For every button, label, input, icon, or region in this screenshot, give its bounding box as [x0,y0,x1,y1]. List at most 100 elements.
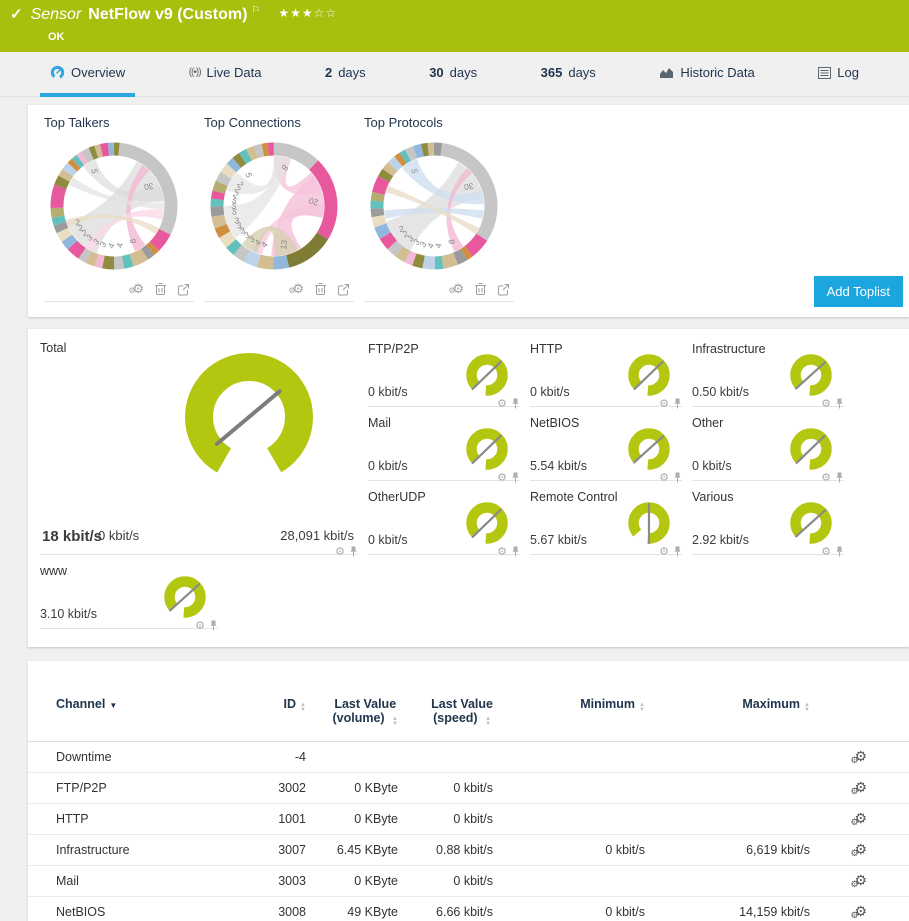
settings-gear-icon[interactable]: ⚙ [821,399,831,409]
column-header[interactable]: Last Value(volume) ▲▼ [306,697,398,741]
flag-icon[interactable]: ⚐ [251,5,260,16]
settings-gear-icon[interactable]: ⚙ [497,399,507,409]
toplist-chord-chart[interactable]: 8201344333335552225 [204,136,344,276]
cell: NetBIOS [56,905,241,919]
prtg-sensor-page: ✓ Sensor NetFlow v9 (Custom) ⚐ ★★★☆☆ OK … [0,0,909,921]
channel-gauge-chart [780,350,842,402]
gauge-tools: ⚙ [821,546,844,557]
toplist-settings-icon[interactable]: ⚙⚙ [292,283,304,295]
live-data-icon: ((•)) [189,67,201,78]
gauge-tools: ⚙ [659,546,682,557]
tab-log[interactable]: Log [808,52,869,97]
tab-label: days [568,65,595,80]
tab-number: 365 [541,65,563,80]
channel-settings-icon[interactable]: ⚙⚙ [854,810,867,826]
channel-gauge-chart [456,350,518,402]
pin-icon[interactable] [673,398,682,409]
pin-icon[interactable] [349,546,358,557]
gauge-tools: ⚙ [497,546,520,557]
toplist-title: Top Talkers [44,115,194,130]
gauge-cell: FTP/P2P 0 kbit/s ⚙ [368,341,520,407]
settings-gear-icon[interactable]: ⚙ [497,473,507,483]
settings-gear-icon[interactable]: ⚙ [195,621,205,631]
delete-toplist-icon[interactable] [474,282,487,296]
pin-icon[interactable] [835,398,844,409]
channel-gauge-chart [456,498,518,550]
gauge-value: 0 kbit/s [530,385,570,399]
add-toplist-button[interactable]: Add Toplist [814,276,903,307]
settings-gear-icon[interactable]: ⚙ [821,547,831,557]
tab-overview[interactable]: Overview [40,52,135,97]
gauge-cell: Mail 0 kbit/s ⚙ [368,415,520,481]
settings-gear-icon[interactable]: ⚙ [497,547,507,557]
cell: 6.45 KByte [306,843,398,857]
tab-live-data[interactable]: ((•)) Live Data [179,52,272,97]
settings-gear-icon[interactable]: ⚙ [659,547,669,557]
toplist-settings-icon[interactable]: ⚙⚙ [132,283,144,295]
cell: 0 KByte [306,874,398,888]
gauge-tools: ⚙ [821,398,844,409]
pin-icon[interactable] [835,472,844,483]
gauge-value: 5.54 kbit/s [530,459,587,473]
gauge-tools: ⚙ [195,620,218,631]
channel-settings-icon[interactable]: ⚙⚙ [854,841,867,857]
gauge-cell: OtherUDP 0 kbit/s ⚙ [368,489,520,555]
toplist-settings-icon[interactable]: ⚙⚙ [452,283,464,295]
open-toplist-icon[interactable] [497,283,510,296]
gauge-cell: Remote Control 5.67 kbit/s ⚙ [530,489,682,555]
settings-gear-icon[interactable]: ⚙ [821,473,831,483]
settings-gear-icon[interactable]: ⚙ [659,473,669,483]
pin-icon[interactable] [673,472,682,483]
svg-text:8: 8 [127,238,138,244]
pin-icon[interactable] [835,546,844,557]
delete-toplist-icon[interactable] [314,282,327,296]
toplist-block: Top Connections 8201344333335552225 ⚙⚙ [204,115,354,302]
channel-settings-icon[interactable]: ⚙⚙ [854,872,867,888]
sensor-title: NetFlow v9 (Custom) [88,6,247,24]
channel-gauge-chart [780,498,842,550]
gauge-value: 0 kbit/s [368,459,408,473]
settings-gear-icon[interactable]: ⚙ [335,547,345,557]
tab-30-days[interactable]: 30 days [419,52,487,97]
column-header[interactable]: Last Value(speed) ▲▼ [398,697,493,741]
channel-settings-icon[interactable]: ⚙⚙ [854,779,867,795]
tab-label: days [450,65,477,80]
gauge-max-label: 28,091 kbit/s [280,528,354,543]
gauge-cell: Various 2.92 kbit/s ⚙ [692,489,844,555]
pin-icon[interactable] [673,546,682,557]
tab-bar: Overview ((•)) Live Data 2 days 30 days … [0,52,909,97]
gauge-value: 2.92 kbit/s [692,533,749,547]
total-gauge-chart [142,353,356,493]
gauge-cell: Infrastructure 0.50 kbit/s ⚙ [692,341,844,407]
priority-stars[interactable]: ★★★☆☆ [278,6,337,20]
gauge-total: Total 18 kbit/s 0 kbit/s 28,091 kbit/s ⚙ [40,341,358,555]
column-header[interactable]: ID▲▼ [241,697,306,741]
open-toplist-icon[interactable] [337,283,350,296]
channel-row: FTP/P2P30020 KByte0 kbit/s⚙⚙ [28,773,909,804]
pin-icon[interactable] [511,472,520,483]
svg-text:8: 8 [446,239,456,245]
gauge-value: 0 kbit/s [368,533,408,547]
gauge-value: 3.10 kbit/s [40,607,97,621]
gauge-tools: ⚙ [821,472,844,483]
delete-toplist-icon[interactable] [154,282,167,296]
toplist-chord-chart[interactable]: 530844333222 [44,136,184,276]
sort-toggle-icon[interactable]: ▲▼ [485,717,491,727]
pin-icon[interactable] [209,620,218,631]
column-header-channel[interactable]: Channel▼ [56,697,241,741]
channel-settings-icon[interactable]: ⚙⚙ [854,903,867,919]
tab-2-days[interactable]: 2 days [315,52,376,97]
column-header[interactable]: Minimum▲▼ [493,697,645,741]
channel-settings-icon[interactable]: ⚙⚙ [854,748,867,764]
pin-icon[interactable] [511,546,520,557]
settings-gear-icon[interactable]: ⚙ [659,399,669,409]
open-toplist-icon[interactable] [177,283,190,296]
column-header[interactable]: Maximum▲▼ [645,697,810,741]
cell: 0 kbit/s [398,874,493,888]
toplist-chord-chart[interactable]: 53084433322 [364,136,504,276]
tab-365-days[interactable]: 365 days [531,52,606,97]
gauges-panel: Total 18 kbit/s 0 kbit/s 28,091 kbit/s ⚙… [28,329,909,647]
tab-historic-data[interactable]: Historic Data [649,52,764,97]
toplists-panel: Top Talkers 530844333222 ⚙⚙Top Connectio… [28,105,909,317]
pin-icon[interactable] [511,398,520,409]
